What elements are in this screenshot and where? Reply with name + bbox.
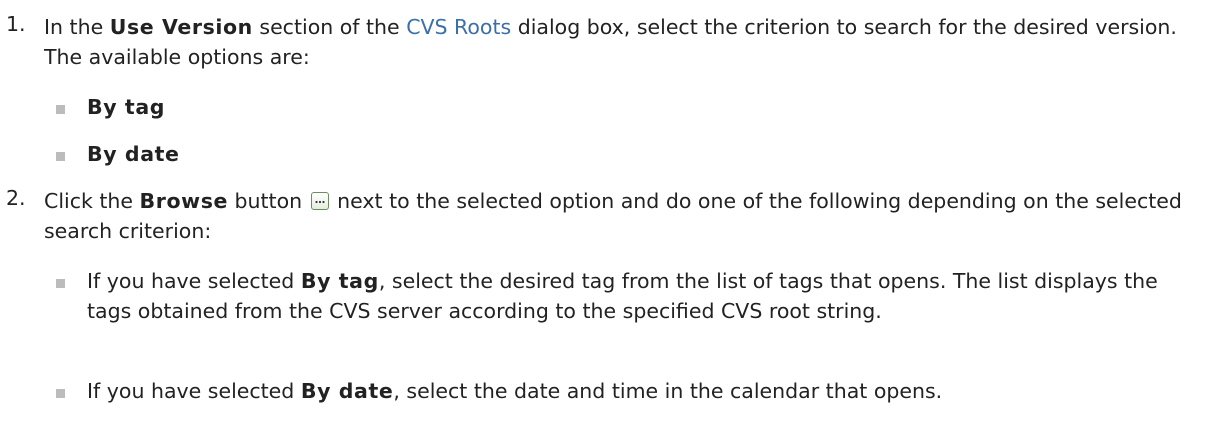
bullet-text: If you have selected By date, select the… [87, 379, 943, 403]
cvs-roots-link[interactable]: CVS Roots [406, 15, 511, 39]
square-bullet-icon [56, 279, 65, 288]
section-name: Use Version [109, 15, 253, 39]
square-bullet-icon [56, 389, 65, 398]
document-page: 1. In the Use Version section of the CVS… [0, 0, 1216, 426]
step-number: 2. [6, 186, 26, 210]
bullet-text: If you have selected By tag, select the … [87, 269, 1158, 323]
option-by-tag: By tag [87, 95, 166, 119]
square-bullet-icon [56, 152, 65, 161]
step-text: Click the Browse button next to the sele… [44, 189, 1182, 243]
ellipsis-icon [310, 192, 329, 210]
step-text: In the Use Version section of the CVS Ro… [44, 15, 1177, 69]
browse-label: Browse [139, 189, 228, 213]
step-number: 1. [6, 12, 26, 36]
option-by-date: By date [87, 142, 180, 166]
square-bullet-icon [56, 105, 65, 114]
